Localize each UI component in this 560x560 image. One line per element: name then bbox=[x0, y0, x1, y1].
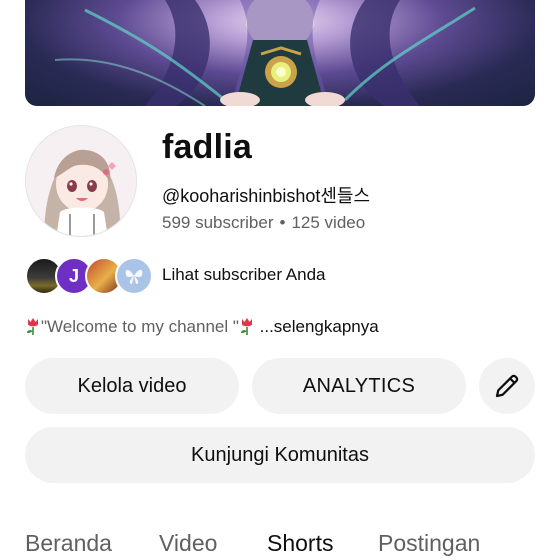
channel-name: fadlia bbox=[162, 128, 253, 166]
butterfly-icon bbox=[125, 269, 143, 284]
manage-videos-button[interactable]: Kelola video bbox=[25, 358, 239, 414]
tab-posts[interactable]: Postingan bbox=[378, 530, 480, 557]
subscriber-avatars[interactable]: J bbox=[25, 257, 153, 295]
subscriber-avatar bbox=[115, 257, 153, 295]
stats-separator: • bbox=[279, 213, 286, 232]
see-subscribers-link[interactable]: Lihat subscriber Anda bbox=[162, 265, 326, 285]
description-text: "Welcome to my channel " bbox=[41, 317, 239, 336]
edit-channel-button[interactable] bbox=[479, 358, 535, 414]
tab-shorts[interactable]: Shorts bbox=[267, 530, 333, 557]
channel-stats: 599 subscriber • 125 video bbox=[162, 213, 365, 233]
video-count: 125 video bbox=[291, 213, 366, 232]
channel-handle: @kooharishinbishot센들스 bbox=[162, 186, 371, 206]
tab-home[interactable]: Beranda bbox=[25, 530, 112, 557]
banner-artwork bbox=[54, 0, 476, 106]
tab-videos[interactable]: Video bbox=[159, 530, 217, 557]
description-more-link[interactable]: ...selengkapnya bbox=[260, 317, 379, 336]
pencil-icon bbox=[495, 374, 519, 398]
analytics-button[interactable]: ANALYTICS bbox=[252, 358, 466, 414]
channel-description[interactable]: "Welcome to my channel " ...selengkapnya bbox=[25, 317, 379, 337]
tulip-icon bbox=[240, 318, 252, 335]
tulip-icon bbox=[27, 318, 38, 335]
channel-avatar[interactable] bbox=[25, 125, 137, 237]
subscriber-count: 599 subscriber bbox=[162, 213, 274, 232]
avatar-image bbox=[26, 126, 136, 236]
visit-community-button[interactable]: Kunjungi Komunitas bbox=[25, 427, 535, 483]
channel-banner[interactable] bbox=[25, 0, 535, 106]
